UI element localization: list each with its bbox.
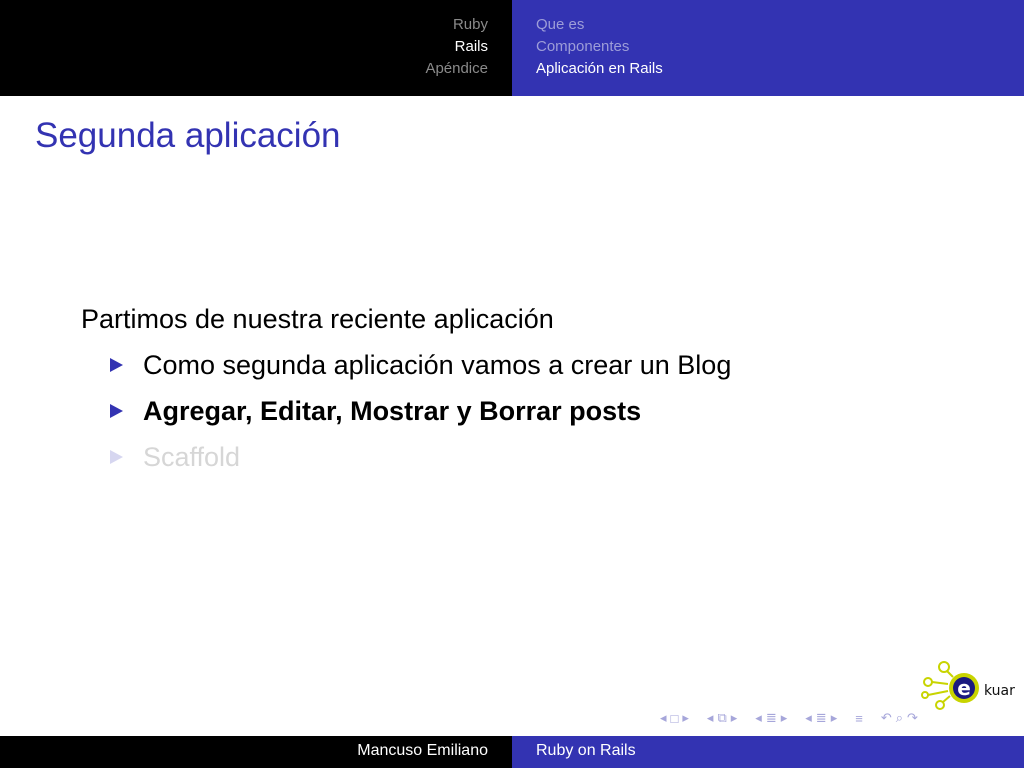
forward-icon[interactable]: ↷ xyxy=(907,710,918,726)
list-item: Como segunda aplicación vamos a crear un… xyxy=(81,342,731,388)
section-link-rails[interactable]: Rails xyxy=(425,36,488,58)
frame-title: Segunda aplicación xyxy=(35,116,341,155)
next-section-icon[interactable]: ▸ xyxy=(781,710,788,726)
bullet-triangle-icon xyxy=(110,358,123,372)
footline-title-panel: Ruby on Rails xyxy=(512,736,1024,768)
headline-bar: Ruby Rails Apéndice Que es Componentes A… xyxy=(0,0,1024,96)
frame-content: Partimos de nuestra reciente aplicación … xyxy=(81,296,731,480)
lead-text: Partimos de nuestra reciente aplicación xyxy=(81,304,554,334)
logo-text: kuar xyxy=(984,683,1015,699)
bullet-list: Como segunda aplicación vamos a crear un… xyxy=(81,342,731,480)
prev-frame-icon[interactable]: ◂ xyxy=(660,710,667,726)
section-icon[interactable]: ≣ xyxy=(766,710,777,726)
subsection-link-componentes[interactable]: Componentes xyxy=(536,36,663,58)
list-item-text: Como segunda aplicación vamos a crear un… xyxy=(143,350,732,380)
ekuar-logo: e kuar xyxy=(921,661,1015,710)
prev-section-icon[interactable]: ◂ xyxy=(755,710,762,726)
search-icon[interactable]: ⌕ xyxy=(896,710,903,726)
subsection-link-que-es[interactable]: Que es xyxy=(536,14,663,36)
next-presentation-icon[interactable]: ▸ xyxy=(831,710,838,726)
presentation-title: Ruby on Rails xyxy=(536,742,636,759)
subsection-icon[interactable]: ⧉ xyxy=(717,710,726,726)
next-frame-icon[interactable]: ▸ xyxy=(682,710,689,726)
section-list: Ruby Rails Apéndice xyxy=(425,14,488,80)
next-subsection-icon[interactable]: ▸ xyxy=(731,710,738,726)
list-item-text: Agregar, Editar, Mostrar y Borrar posts xyxy=(143,396,642,426)
headline-subsections-panel: Que es Componentes Aplicación en Rails xyxy=(512,0,1024,96)
headline-sections-panel: Ruby Rails Apéndice xyxy=(0,0,512,96)
footline-author-panel: Mancuso Emiliano xyxy=(0,736,512,768)
subsection-link-aplicacion[interactable]: Aplicación en Rails xyxy=(536,58,663,80)
list-item: Scaffold xyxy=(81,434,731,480)
beamer-navigation: ◂ □ ▸ ◂ ⧉ ▸ ◂ ≣ ▸ ◂ ≣ ▸ ≡ ↶ ⌕ ↷ xyxy=(660,707,918,729)
presentation-icon[interactable]: ≣ xyxy=(816,710,827,726)
section-link-apendice[interactable]: Apéndice xyxy=(425,58,488,80)
bullet-triangle-icon xyxy=(110,404,123,418)
footline-bar: Mancuso Emiliano Ruby on Rails xyxy=(0,736,1024,768)
logo-letter: e xyxy=(957,676,971,700)
frame-icon[interactable]: □ xyxy=(671,711,679,726)
section-link-ruby[interactable]: Ruby xyxy=(425,14,488,36)
list-item: Agregar, Editar, Mostrar y Borrar posts xyxy=(81,388,731,434)
bullet-triangle-icon xyxy=(110,450,123,464)
prev-subsection-icon[interactable]: ◂ xyxy=(707,710,714,726)
subsection-list: Que es Componentes Aplicación en Rails xyxy=(536,14,663,80)
back-icon[interactable]: ↶ xyxy=(881,710,892,726)
prev-presentation-icon[interactable]: ◂ xyxy=(805,710,812,726)
align-icon[interactable]: ≡ xyxy=(855,711,863,726)
author-name: Mancuso Emiliano xyxy=(357,742,488,759)
list-item-text: Scaffold xyxy=(143,442,241,472)
